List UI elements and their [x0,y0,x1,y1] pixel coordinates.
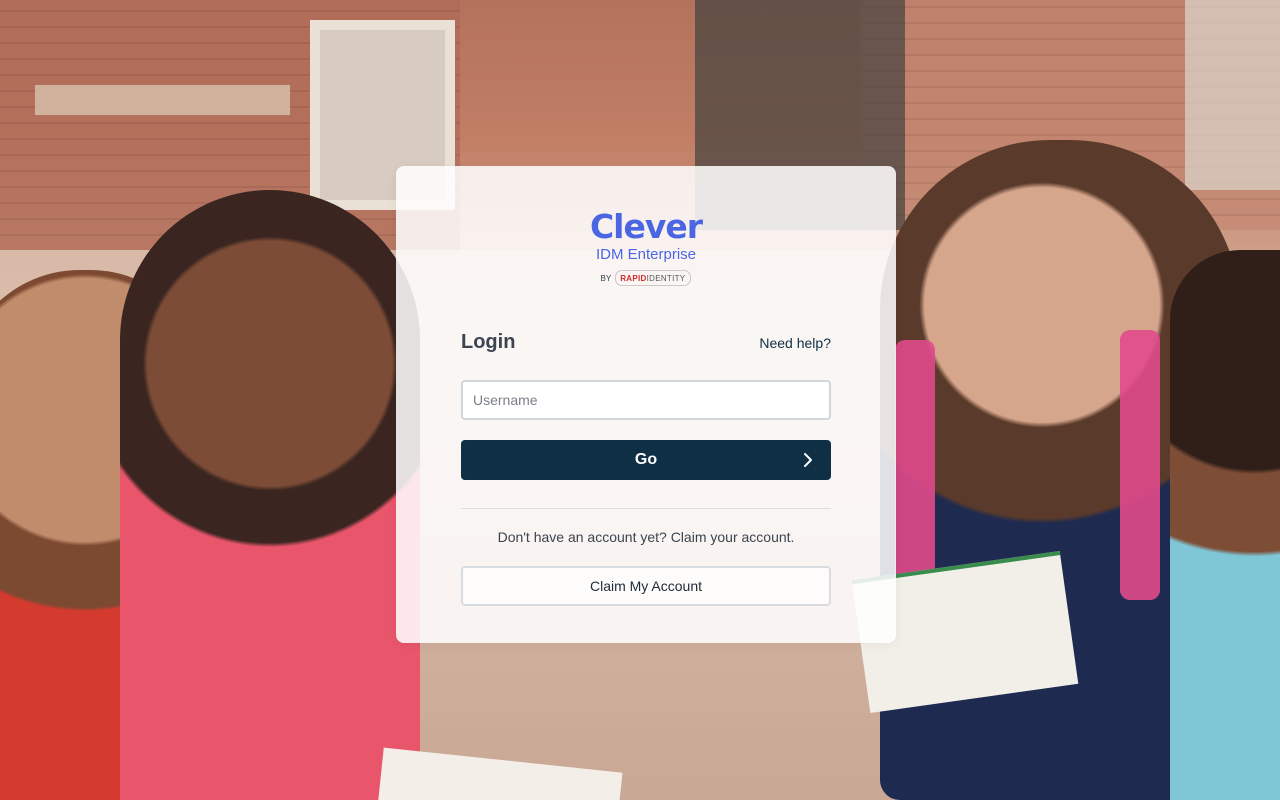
background-child-far-right [1170,250,1280,800]
go-button-label: Go [634,451,658,468]
username-input[interactable] [461,380,831,420]
chevron-right-icon [804,453,812,467]
background-child-pink-shirt [120,190,420,800]
logo-by-text: BY [600,273,612,283]
logo-byline: BY RAPID IDENTITY [396,270,896,286]
background-window-right [1185,0,1280,190]
background-ledge [35,85,290,115]
background-backpack-strap-2 [1120,330,1160,600]
rapididentity-logo: RAPID IDENTITY [615,270,692,286]
identity-text: IDENTITY [646,273,686,283]
clever-logo: Clever IDM Enterprise BY RAPID IDENTITY [396,210,896,286]
claim-my-account-button[interactable]: Claim My Account [461,566,831,606]
rapid-text: RAPID [620,273,647,283]
background-backpack-strap [895,340,935,600]
logo-product-name: IDM Enterprise [595,246,697,263]
need-help-link[interactable]: Need help? [759,335,831,351]
logo-wordmark: Clever [589,207,703,246]
go-button[interactable]: Go [461,440,831,480]
claim-account-prompt: Don't have an account yet? Claim your ac… [497,529,795,545]
divider [461,508,831,509]
login-heading: Login [461,331,516,353]
login-card: Clever IDM Enterprise BY RAPID IDENTITY L… [396,166,896,643]
